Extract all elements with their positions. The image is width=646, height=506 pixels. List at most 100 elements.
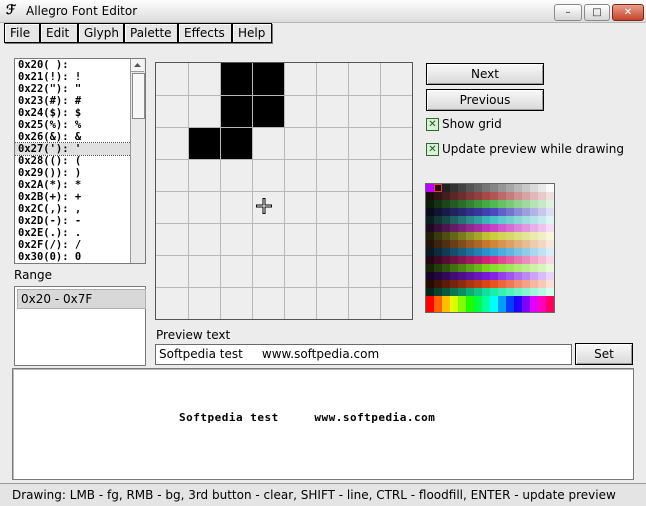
palette-swatch[interactable]	[546, 304, 554, 312]
palette-swatch[interactable]	[450, 272, 458, 280]
list-item[interactable]: 0x25(%): %	[15, 119, 145, 131]
range-item[interactable]: 0x20 - 0x7F	[17, 289, 146, 309]
palette-swatch[interactable]	[522, 216, 530, 224]
palette-swatch[interactable]	[490, 304, 498, 312]
palette-swatch[interactable]	[546, 272, 554, 280]
palette-swatch[interactable]	[434, 288, 442, 296]
palette-swatch[interactable]	[442, 264, 450, 272]
palette-swatch[interactable]	[530, 248, 538, 256]
palette-swatch[interactable]	[538, 280, 546, 288]
palette-swatch[interactable]	[466, 272, 474, 280]
palette-swatch[interactable]	[490, 288, 498, 296]
palette-swatch[interactable]	[450, 296, 458, 304]
palette-swatch[interactable]	[458, 264, 466, 272]
palette-swatch[interactable]	[450, 256, 458, 264]
palette-swatch[interactable]	[426, 272, 434, 280]
palette-swatch[interactable]	[474, 184, 482, 192]
palette-swatch[interactable]	[546, 296, 554, 304]
palette-swatch[interactable]	[426, 240, 434, 248]
palette-swatch[interactable]	[514, 240, 522, 248]
palette-swatch[interactable]	[530, 208, 538, 216]
palette-swatch[interactable]	[426, 224, 434, 232]
palette-swatch[interactable]	[538, 288, 546, 296]
palette-swatch[interactable]	[522, 288, 530, 296]
glyph-pixel[interactable]	[220, 63, 252, 95]
list-item[interactable]: 0x2B(+): +	[15, 191, 145, 203]
palette-swatch[interactable]	[450, 184, 458, 192]
palette-swatch[interactable]	[442, 224, 450, 232]
menu-file[interactable]: File	[4, 23, 40, 43]
palette-swatch[interactable]	[482, 208, 490, 216]
palette-swatch[interactable]	[522, 272, 530, 280]
palette-swatch[interactable]	[466, 192, 474, 200]
list-item[interactable]: 0x31(1): 1	[15, 263, 145, 264]
palette-swatch[interactable]	[434, 256, 442, 264]
minimize-button[interactable]: –	[554, 4, 582, 21]
palette-swatch[interactable]	[514, 192, 522, 200]
palette-swatch[interactable]	[490, 192, 498, 200]
palette-swatch[interactable]	[458, 224, 466, 232]
palette-swatch[interactable]	[530, 288, 538, 296]
palette-swatch[interactable]	[426, 304, 434, 312]
palette-swatch[interactable]	[546, 264, 554, 272]
palette-swatch[interactable]	[522, 240, 530, 248]
next-button[interactable]: Next	[426, 63, 544, 85]
list-item[interactable]: 0x30(0): 0	[15, 251, 145, 263]
palette-swatch[interactable]	[474, 280, 482, 288]
palette-swatch[interactable]	[458, 304, 466, 312]
palette-swatch[interactable]	[506, 248, 514, 256]
palette-swatch[interactable]	[466, 200, 474, 208]
palette-swatch[interactable]	[538, 256, 546, 264]
palette-swatch[interactable]	[498, 264, 506, 272]
glyph-pixel[interactable]	[252, 63, 284, 95]
palette-swatch[interactable]	[482, 248, 490, 256]
palette-swatch[interactable]	[498, 224, 506, 232]
palette-swatch[interactable]	[522, 264, 530, 272]
glyph-pixel[interactable]	[188, 127, 220, 159]
palette-swatch[interactable]	[514, 208, 522, 216]
palette-swatch[interactable]	[434, 272, 442, 280]
palette-swatch[interactable]	[538, 232, 546, 240]
palette-swatch[interactable]	[546, 248, 554, 256]
list-item[interactable]: 0x2E(.): .	[15, 227, 145, 239]
palette-swatch[interactable]	[458, 216, 466, 224]
list-item[interactable]: 0x24($): $	[15, 107, 145, 119]
list-item[interactable]: 0x2C(,): ,	[15, 203, 145, 215]
palette-swatch[interactable]	[466, 296, 474, 304]
palette-swatch[interactable]	[474, 216, 482, 224]
palette-swatch[interactable]	[474, 232, 482, 240]
palette-swatch[interactable]	[506, 280, 514, 288]
palette-swatch[interactable]	[530, 296, 538, 304]
palette-swatch[interactable]	[514, 184, 522, 192]
palette-swatch[interactable]	[442, 256, 450, 264]
palette-swatch[interactable]	[442, 272, 450, 280]
menu-edit[interactable]: Edit	[40, 23, 78, 43]
palette-swatch[interactable]	[434, 240, 442, 248]
list-item[interactable]: 0x23(#): #	[15, 95, 145, 107]
palette-swatch[interactable]	[434, 184, 442, 192]
palette-swatch[interactable]	[474, 304, 482, 312]
palette-swatch[interactable]	[522, 208, 530, 216]
palette-swatch[interactable]	[546, 280, 554, 288]
palette-swatch[interactable]	[546, 216, 554, 224]
palette-swatch[interactable]	[450, 304, 458, 312]
palette-swatch[interactable]	[466, 248, 474, 256]
palette-swatch[interactable]	[530, 200, 538, 208]
palette-swatch[interactable]	[442, 304, 450, 312]
palette-swatch[interactable]	[506, 216, 514, 224]
palette-swatch[interactable]	[498, 216, 506, 224]
palette-swatch[interactable]	[450, 248, 458, 256]
glyph-editor-grid[interactable]	[155, 62, 413, 320]
palette-swatch[interactable]	[514, 296, 522, 304]
palette-swatch[interactable]	[466, 240, 474, 248]
palette-swatch[interactable]	[522, 296, 530, 304]
palette-swatch[interactable]	[442, 280, 450, 288]
menu-glyph[interactable]: Glyph	[78, 23, 124, 43]
palette-swatch[interactable]	[490, 264, 498, 272]
glyph-pixel[interactable]	[252, 95, 284, 127]
palette-swatch[interactable]	[490, 184, 498, 192]
palette-swatch[interactable]	[482, 280, 490, 288]
palette-swatch[interactable]	[466, 184, 474, 192]
show-grid-checkbox[interactable]: ✕	[426, 118, 439, 131]
set-button[interactable]: Set	[575, 343, 633, 365]
